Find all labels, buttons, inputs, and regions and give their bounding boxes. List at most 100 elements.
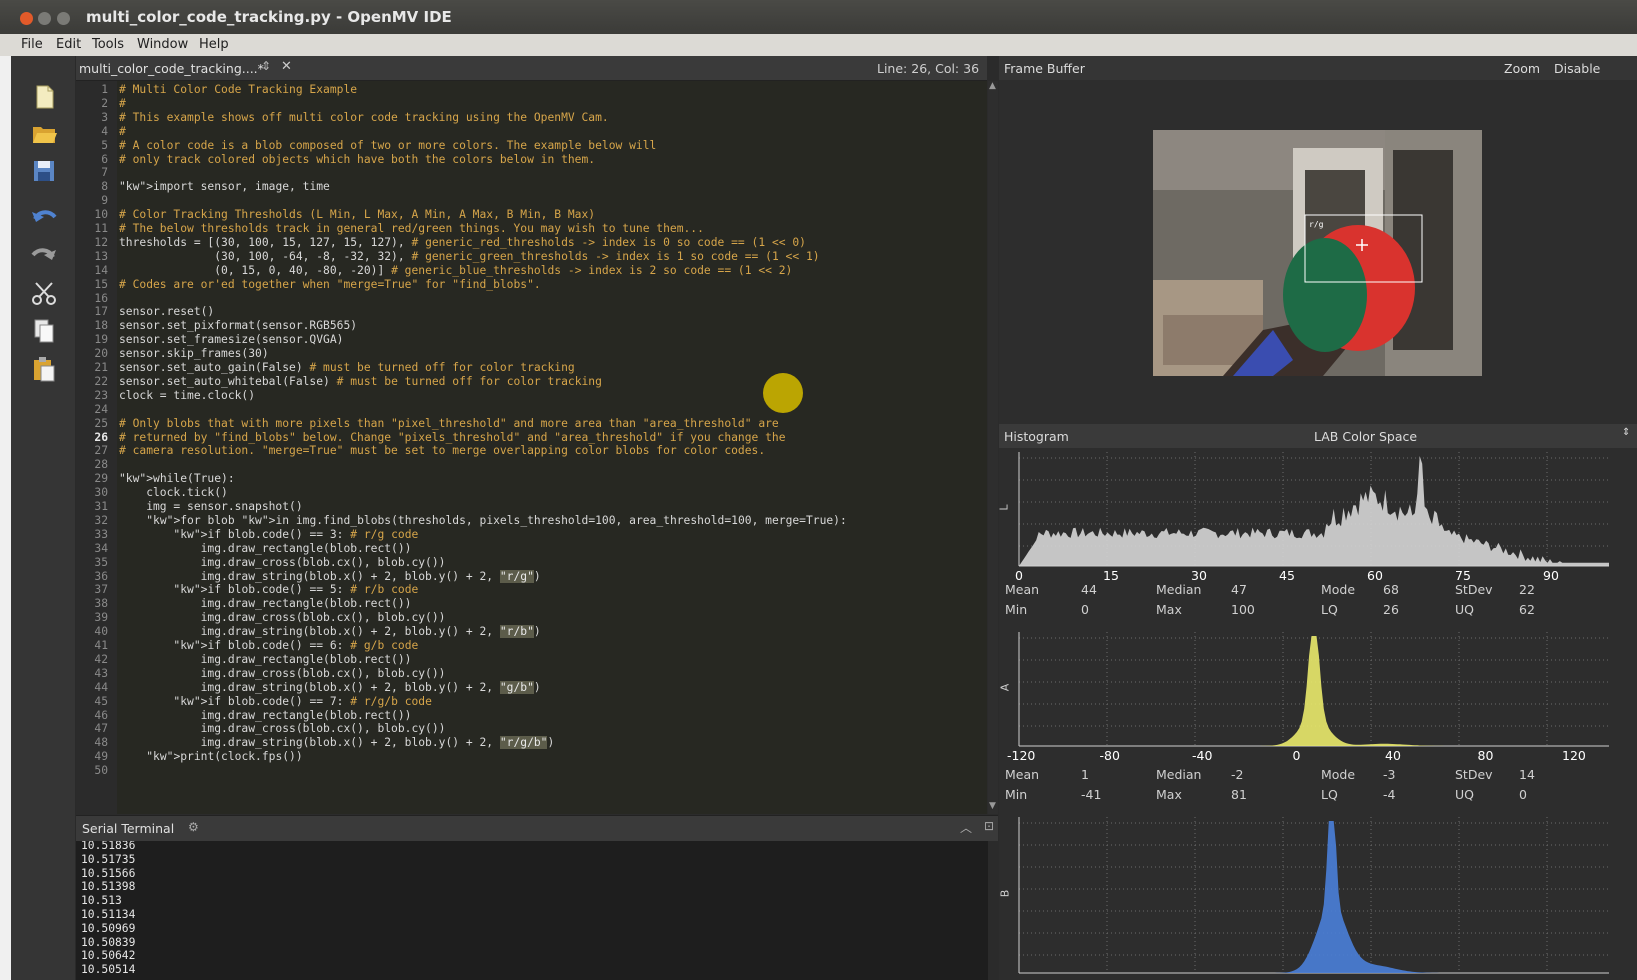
line-number: 33 <box>94 527 108 541</box>
stat-value: -3 <box>1383 767 1396 782</box>
cursor-position: Line: 26, Col: 36 <box>877 61 980 76</box>
line-number: 45 <box>94 694 108 708</box>
histogram-a-channel: A -120 -80 -40 0 40 80 120 Mean 1 Median -2 Mode -3 St… <box>998 628 1637 813</box>
minimize-window-button[interactable] <box>38 12 51 25</box>
terminal-line: 10.51836 <box>81 841 136 852</box>
maximize-window-button[interactable] <box>57 12 70 25</box>
line-number: 40 <box>94 625 108 639</box>
code-line: img.draw_string(blob.x() + 2, blob.y() +… <box>119 736 555 750</box>
close-tab-icon[interactable]: ✕ <box>281 59 292 74</box>
line-number: 2 <box>101 96 108 110</box>
framebuffer-header: Frame Buffer Zoom Disable <box>999 56 1637 80</box>
line-number: 47 <box>94 722 108 736</box>
stat-value: -2 <box>1231 767 1244 782</box>
editor-scrollbar[interactable]: ▲ ▼ <box>988 81 998 814</box>
code-line: sensor.skip_frames(30) <box>119 347 269 361</box>
line-number: 5 <box>101 138 108 152</box>
code-line: sensor.set_framesize(sensor.QVGA) <box>119 333 344 347</box>
stat-value: -41 <box>1081 787 1102 802</box>
menu-help[interactable]: Help <box>199 37 229 52</box>
zoom-button[interactable]: Zoom <box>1504 61 1540 76</box>
terminal-settings-icon[interactable]: ⚙ <box>188 820 199 834</box>
redo-icon[interactable] <box>29 240 59 270</box>
code-line: # <box>119 124 126 138</box>
line-number: 11 <box>94 222 108 235</box>
line-number: 1 <box>101 83 108 96</box>
menu-window[interactable]: Window <box>137 37 188 52</box>
stat-label: Max <box>1156 602 1182 617</box>
terminal-header: Serial Terminal ⚙ ︿ ⊡ <box>76 815 998 841</box>
stat-label: Mode <box>1321 767 1356 782</box>
stat-value: 47 <box>1231 582 1247 597</box>
line-number: 4 <box>101 124 108 138</box>
line-number: 21 <box>94 361 108 374</box>
histogram-axis-label: L <box>997 504 1011 511</box>
code-line: "kw">if blob.code() == 3: # r/g code <box>173 527 419 541</box>
stat-value: 0 <box>1519 787 1527 802</box>
line-number: 50 <box>94 764 108 778</box>
menu-tools[interactable]: Tools <box>92 37 124 52</box>
right-panel: Frame Buffer Zoom Disable r/g Histogram … <box>997 56 1637 980</box>
scroll-up-icon[interactable]: ▲ <box>989 81 996 91</box>
serial-terminal[interactable]: 10.51836 10.51735 10.51566 10.51398 10.513 10… <box>76 841 988 980</box>
histogram-tick-label: 0 <box>1015 568 1023 583</box>
desktop-edge <box>0 56 11 980</box>
collapse-terminal-icon[interactable]: ︿ <box>960 819 972 836</box>
line-number: 15 <box>94 277 108 291</box>
menu-file[interactable]: File <box>21 37 43 52</box>
line-number: 16 <box>94 291 108 305</box>
code-editor[interactable]: # Multi Color Code Tracking Example # # Th… <box>117 81 987 814</box>
code-line: sensor.set_auto_gain(False) # must be tu… <box>119 361 575 374</box>
save-icon[interactable] <box>29 156 59 186</box>
stat-value: 81 <box>1231 787 1247 802</box>
histogram-tick-label: -40 <box>1192 748 1213 763</box>
editor-tab[interactable]: multi_color_code_tracking....* ⇕ ✕ <box>76 56 311 80</box>
scroll-down-icon[interactable]: ▼ <box>989 801 996 811</box>
code-line: # Codes are or'ed together when "merge=T… <box>119 277 541 291</box>
code-line: img.draw_rectangle(blob.rect()) <box>119 708 412 722</box>
menu-edit[interactable]: Edit <box>56 37 81 52</box>
chevron-updown-icon[interactable]: ⇕ <box>1622 427 1630 438</box>
histogram-tick-label: -80 <box>1099 748 1120 763</box>
histogram-tick-label: 60 <box>1367 568 1383 583</box>
close-window-button[interactable] <box>20 12 33 25</box>
line-number: 30 <box>94 486 108 500</box>
stat-value: 14 <box>1519 767 1535 782</box>
stat-value: 22 <box>1519 582 1535 597</box>
histogram-tick-label: 75 <box>1455 568 1471 583</box>
stat-label: Min <box>1005 602 1028 617</box>
histogram-l-channel: L 0 15 30 45 60 75 90 Mean 44 Median 47 Mode 68 StDev 2… <box>997 448 1637 628</box>
code-line: "kw">if blob.code() == 7: # r/g/b code <box>173 694 432 708</box>
cut-icon[interactable] <box>29 278 59 308</box>
line-number: 39 <box>94 611 108 625</box>
code-line: img.draw_string(blob.x() + 2, blob.y() +… <box>119 680 541 694</box>
histogram-tick-label: 80 <box>1477 748 1494 763</box>
histogram-tick-label: 120 <box>1562 748 1586 763</box>
code-line: img.draw_rectangle(blob.rect()) <box>119 652 412 666</box>
code-line: "kw">while(True): <box>119 472 235 486</box>
terminal-line: 10.51398 <box>81 880 136 894</box>
code-line: # This example shows off multi color cod… <box>119 110 609 124</box>
line-number: 7 <box>101 166 108 180</box>
tab-switch-icon[interactable]: ⇕ <box>261 59 271 73</box>
stat-label: UQ <box>1455 602 1474 617</box>
stat-value: -4 <box>1383 787 1396 802</box>
main-toolbar <box>11 56 76 980</box>
terminal-line: 10.50839 <box>81 935 136 949</box>
float-terminal-icon[interactable]: ⊡ <box>984 819 994 833</box>
colorspace-select[interactable]: LAB Color Space <box>1314 429 1417 444</box>
paste-icon[interactable] <box>29 354 59 384</box>
histogram-tick-label: -120 <box>1007 748 1036 763</box>
code-line: (0, 15, 0, 40, -80, -20)] # generic_blue… <box>119 263 793 277</box>
code-line: sensor.set_auto_whitebal(False) # must b… <box>119 374 602 388</box>
line-number: 20 <box>94 347 108 361</box>
copy-icon[interactable] <box>29 316 59 346</box>
undo-icon[interactable] <box>29 202 59 232</box>
open-folder-icon[interactable] <box>29 118 59 148</box>
framebuffer-image: r/g <box>1153 130 1482 376</box>
new-file-icon[interactable] <box>29 82 59 112</box>
code-line: img.draw_cross(blob.cx(), blob.cy()) <box>119 611 446 625</box>
disable-button[interactable]: Disable <box>1554 61 1600 76</box>
line-number: 37 <box>94 583 108 597</box>
stat-value: 62 <box>1519 602 1535 617</box>
